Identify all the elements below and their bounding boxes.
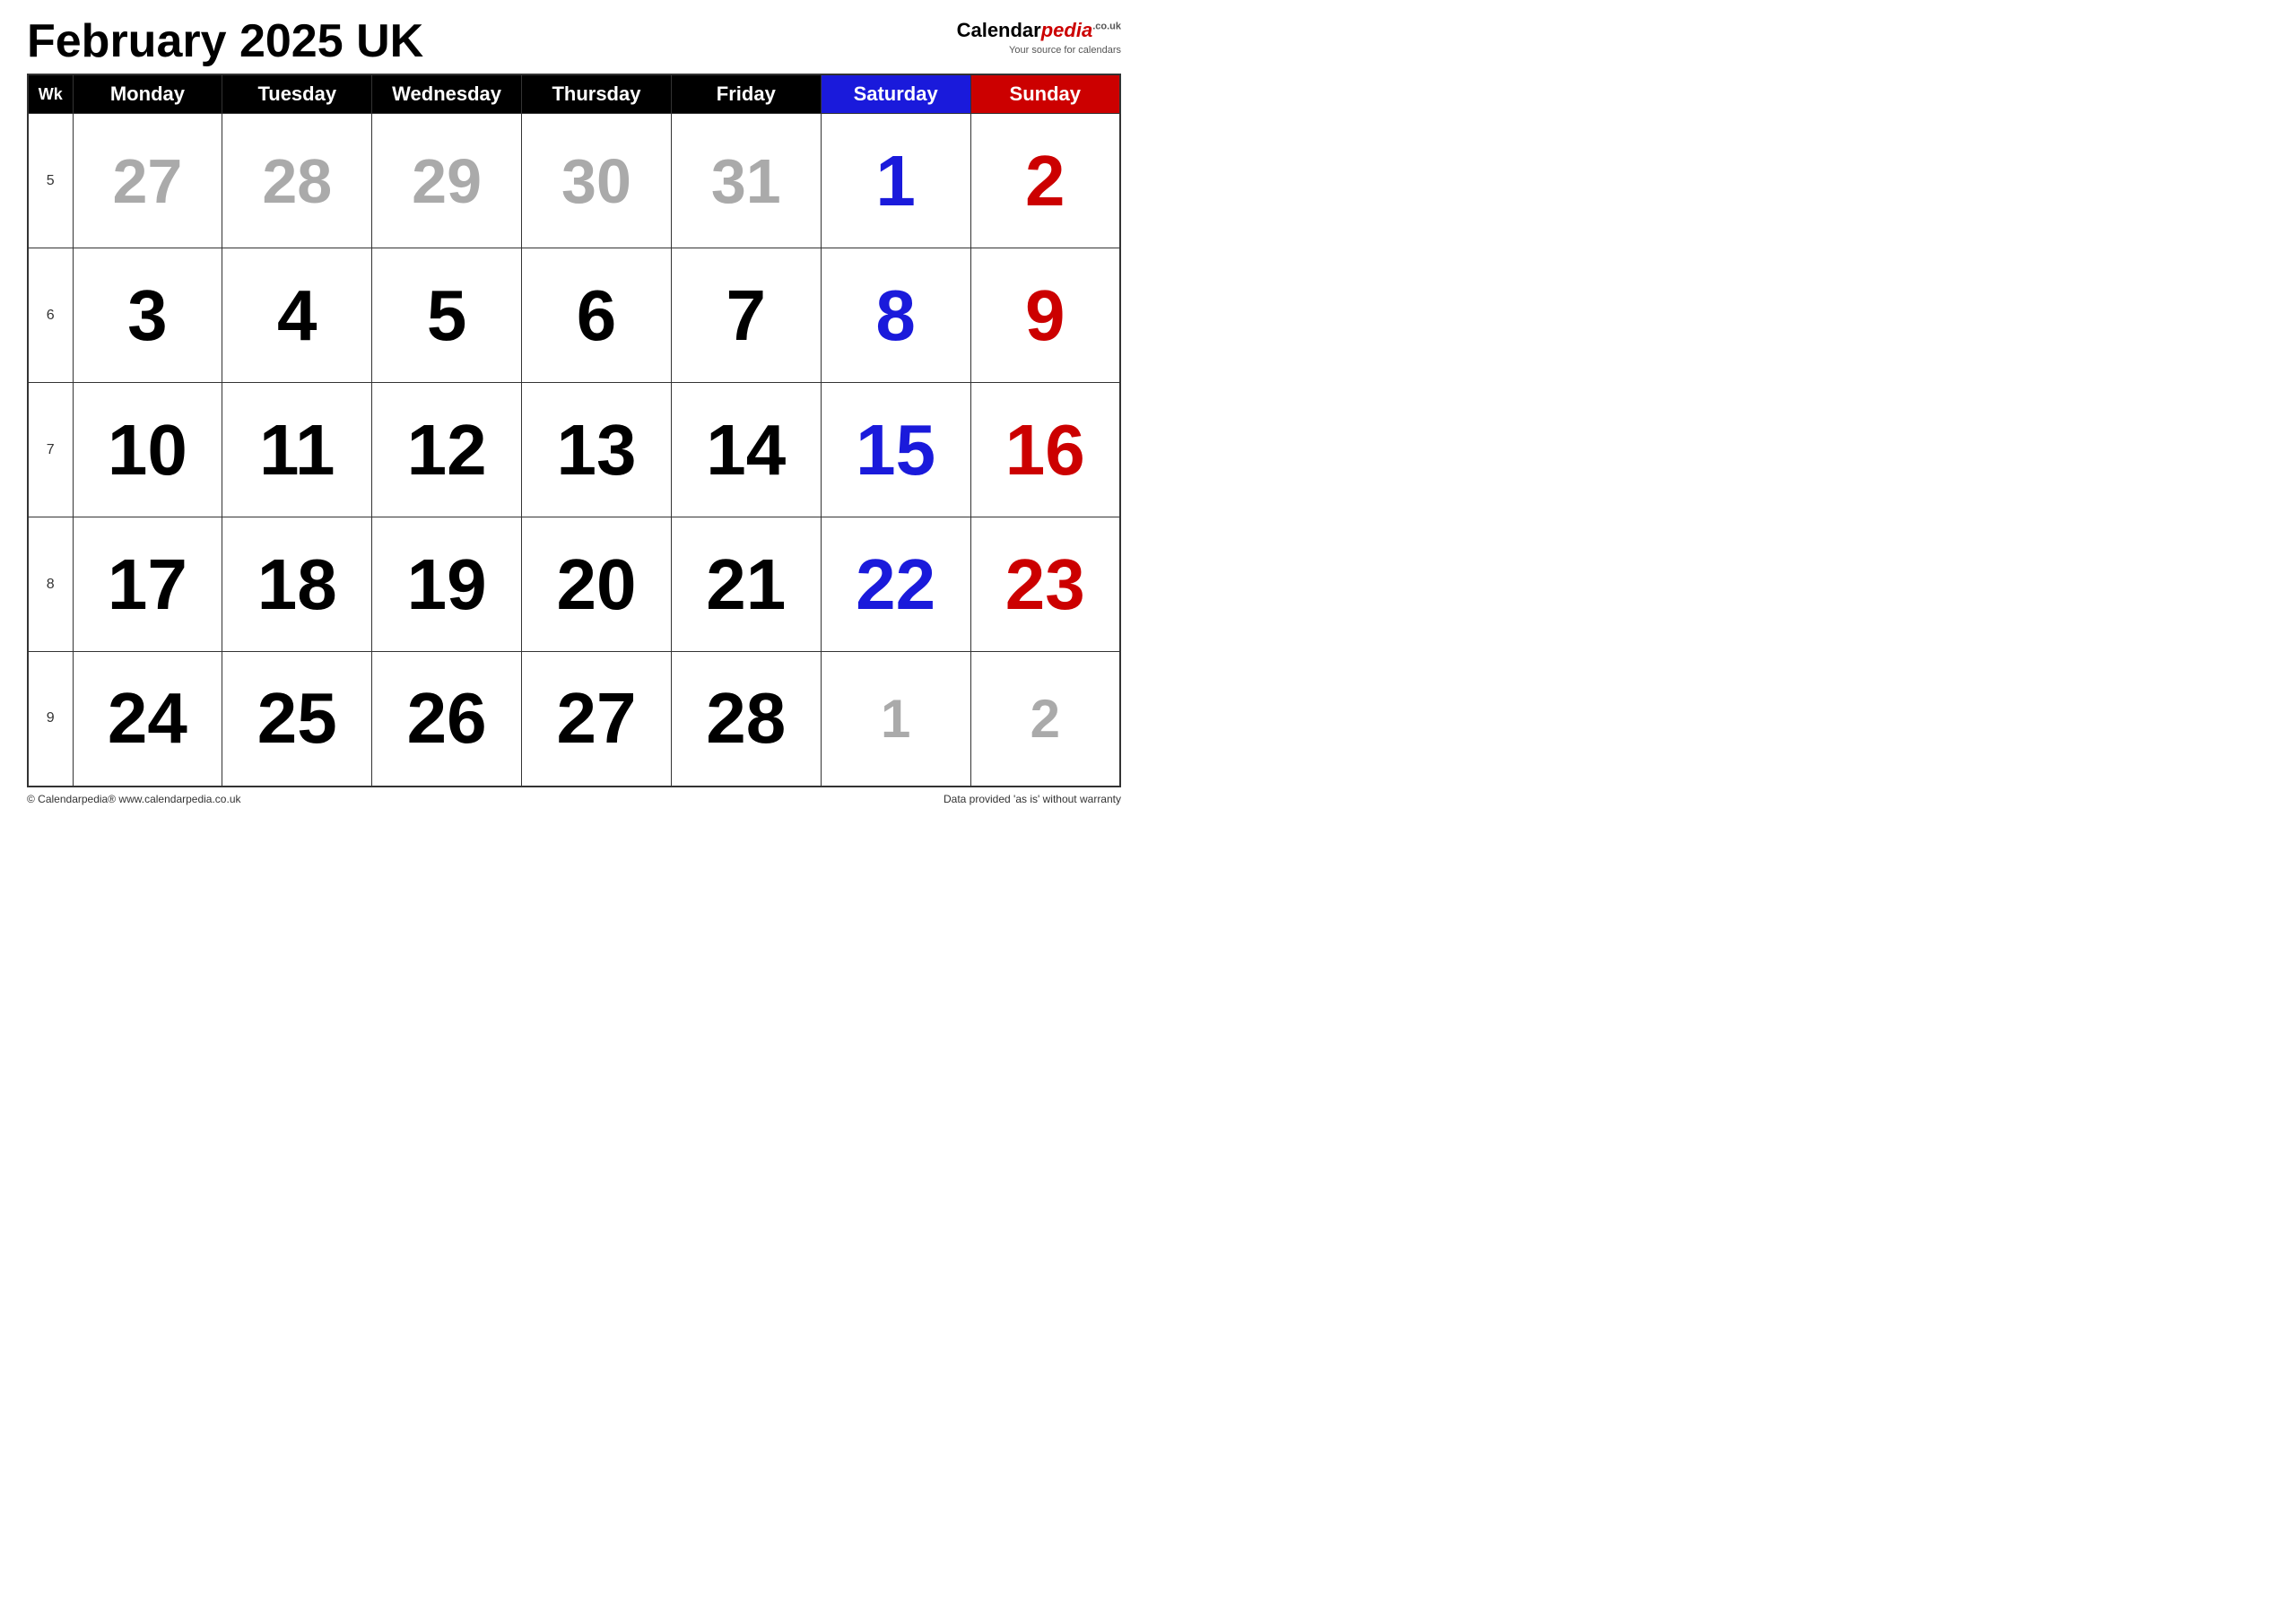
day-cell: 27 [73,114,222,248]
header-row: Wk Monday Tuesday Wednesday Thursday Fri… [28,74,1120,114]
week-row-7: 710111213141516 [28,383,1120,517]
day-cell: 14 [671,383,821,517]
week-number-5: 5 [28,114,73,248]
day-cell: 1 [821,652,970,787]
logo-tagline: Your source for calendars [1009,44,1121,56]
day-cell: 1 [821,114,970,248]
footer-right: Data provided 'as is' without warranty [944,793,1121,805]
day-cell: 11 [222,383,372,517]
day-cell: 20 [522,517,672,652]
title-text: February 2025 UK [27,15,423,67]
header-wk: Wk [28,74,73,114]
footer: © Calendarpedia® www.calendarpedia.co.uk… [27,793,1121,805]
week-row-6: 63456789 [28,248,1120,383]
day-cell: 3 [73,248,222,383]
day-cell: 31 [671,114,821,248]
day-cell: 22 [821,517,970,652]
day-cell: 12 [372,383,522,517]
header-wednesday: Wednesday [372,74,522,114]
header-friday: Friday [671,74,821,114]
day-cell: 26 [372,652,522,787]
day-cell: 2 [970,114,1120,248]
day-cell: 30 [522,114,672,248]
day-cell: 28 [222,114,372,248]
week-row-8: 817181920212223 [28,517,1120,652]
day-cell: 25 [222,652,372,787]
day-cell: 18 [222,517,372,652]
calendar-table: Wk Monday Tuesday Wednesday Thursday Fri… [27,74,1121,787]
header-monday: Monday [73,74,222,114]
day-cell: 4 [222,248,372,383]
day-cell: 6 [522,248,672,383]
week-number-9: 9 [28,652,73,787]
day-cell: 28 [671,652,821,787]
day-cell: 21 [671,517,821,652]
logo-brand: Calendarpedia.co.uk [957,18,1121,44]
week-number-6: 6 [28,248,73,383]
day-cell: 29 [372,114,522,248]
logo-co: .co.uk [1092,22,1121,32]
header-sunday: Sunday [970,74,1120,114]
day-cell: 10 [73,383,222,517]
day-cell: 27 [522,652,672,787]
day-cell: 2 [970,652,1120,787]
day-cell: 9 [970,248,1120,383]
header-saturday: Saturday [821,74,970,114]
day-cell: 23 [970,517,1120,652]
logo: Calendarpedia.co.uk Your source for cale… [957,18,1121,56]
day-cell: 24 [73,652,222,787]
footer-left: © Calendarpedia® www.calendarpedia.co.uk [27,793,241,805]
week-row-9: 9242526272812 [28,652,1120,787]
day-cell: 19 [372,517,522,652]
day-cell: 8 [821,248,970,383]
day-cell: 16 [970,383,1120,517]
day-cell: 15 [821,383,970,517]
week-row-5: 5272829303112 [28,114,1120,248]
header-tuesday: Tuesday [222,74,372,114]
logo-pedia: pedia [1041,19,1092,41]
day-cell: 7 [671,248,821,383]
day-cell: 13 [522,383,672,517]
week-number-7: 7 [28,383,73,517]
header-thursday: Thursday [522,74,672,114]
page-title: February 2025 UK [27,18,423,65]
week-number-8: 8 [28,517,73,652]
day-cell: 5 [372,248,522,383]
day-cell: 17 [73,517,222,652]
